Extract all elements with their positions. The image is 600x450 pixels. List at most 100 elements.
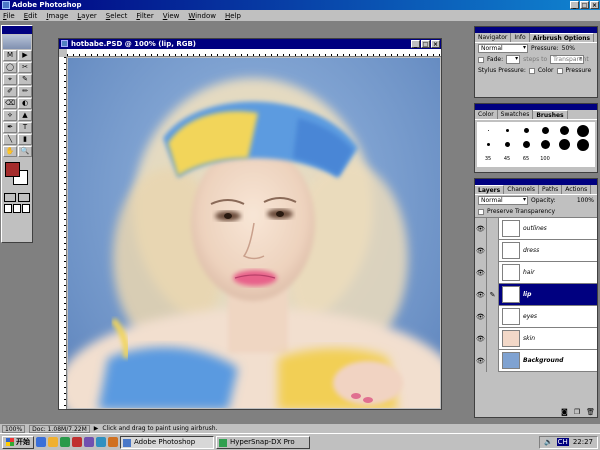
standard-mode-button[interactable] [4,193,16,202]
brush-soft-3[interactable] [517,138,535,151]
fade-steps-field[interactable] [506,55,521,64]
quicklaunch-outlook-icon[interactable] [48,437,58,447]
menu-help[interactable]: Help [225,12,241,20]
app-title-bar[interactable]: Adobe Photoshop _ □ × [0,0,600,10]
document-size[interactable]: Doc: 1.08M/7.22M [29,424,90,433]
task-hypersnap[interactable]: HyperSnap-DX Pro [216,435,310,449]
standard-screen-button[interactable] [4,204,12,213]
layer-link-cell[interactable] [487,239,499,262]
brush-soft-2[interactable] [498,138,516,151]
paintbrush-tool-icon[interactable]: ✐ [3,86,17,97]
document-minimize-button[interactable]: _ [411,40,420,48]
full-screen-button[interactable] [22,204,30,213]
eye-icon[interactable]: 👁 [475,217,487,240]
tab-actions[interactable]: Actions [562,185,592,194]
foreground-color-swatch[interactable] [5,162,20,177]
new-layer-icon[interactable]: ❐ [574,408,580,416]
eye-icon[interactable]: 👁 [475,327,487,350]
tab-channels[interactable]: Channels [504,185,539,194]
eye-icon[interactable]: 👁 [475,349,487,372]
gradient-tool-icon[interactable]: ▮ [18,134,32,145]
menu-window[interactable]: Window [188,12,216,20]
zoom-tool-icon[interactable]: 🔍 [18,146,32,157]
menu-filter[interactable]: Filter [136,12,153,20]
menu-edit[interactable]: Edit [24,12,38,20]
magic-wand-tool-icon[interactable]: ⌖ [3,74,17,85]
brush-5[interactable] [555,124,573,137]
brush-45[interactable]: 45 [498,152,516,165]
trash-icon[interactable]: 🗑 [586,408,595,416]
brush-icon[interactable]: ✎ [487,283,499,306]
mask-icon[interactable]: ◙ [561,408,568,416]
stylus-pressure-checkbox[interactable] [556,67,563,74]
crop-tool-icon[interactable]: ✂ [18,62,32,73]
lasso-tool-icon[interactable]: ◯ [3,62,17,73]
start-button[interactable]: 开始 [2,435,34,449]
tab-brushes[interactable]: Brushes [533,110,568,119]
brush-65[interactable]: 65 [517,152,535,165]
eye-icon[interactable]: 👁 [475,283,487,306]
opacity-value[interactable]: 100% [577,197,594,204]
pencil-tool-icon[interactable]: ✏ [18,86,32,97]
document-title-bar[interactable]: hotbabe.PSD @ 100% (lip, RGB) _ □ × [59,39,441,49]
layer-link-cell[interactable] [487,327,499,350]
move-tool-icon[interactable]: ▶ [18,50,32,61]
tab-swatches[interactable]: Swatches [498,110,534,119]
tab-info[interactable]: Info [511,33,530,42]
image-canvas[interactable] [68,58,440,408]
hand-tool-icon[interactable]: ✋ [3,146,17,157]
brush-4[interactable] [536,124,554,137]
brush-soft-6[interactable] [574,138,592,151]
fade-to-select[interactable]: Transparent [550,55,589,64]
eye-icon[interactable]: 👁 [475,239,487,262]
volume-icon[interactable]: 🔊 [544,438,553,446]
close-button[interactable]: × [590,1,599,9]
pressure-value[interactable]: 50% [562,45,575,52]
tab-color[interactable]: Color [475,110,498,119]
brush-soft-1[interactable] [479,138,497,151]
document-close-button[interactable]: × [431,40,440,48]
airbrush-tool-icon[interactable]: ✎ [18,74,32,85]
layer-blend-mode-select[interactable]: Normal [478,196,528,205]
pen-tool-icon[interactable]: ✒ [3,122,17,133]
tab-airbrush-options[interactable]: Airbrush Options [529,33,595,42]
minimize-button[interactable]: _ [570,1,579,9]
eye-icon[interactable]: 👁 [475,305,487,328]
quicklaunch-folder-icon[interactable] [96,437,106,447]
layer-link-cell[interactable] [487,217,499,240]
brush-2[interactable] [498,124,516,137]
layer-row[interactable]: 👁 Background [475,349,597,372]
menu-file[interactable]: File [3,12,15,20]
sharpen-tool-icon[interactable]: ▲ [18,110,32,121]
brush-35[interactable]: 35 [479,152,497,165]
layer-row[interactable]: 👁 hair [475,261,597,284]
quicklaunch-desktop-icon[interactable] [60,437,70,447]
maximize-button[interactable]: □ [580,1,589,9]
quicklaunch-app-icon[interactable] [72,437,82,447]
brush-empty-1[interactable] [555,152,573,165]
quicklaunch-ie-icon[interactable] [36,437,46,447]
brush-soft-5[interactable] [555,138,573,151]
type-tool-icon[interactable]: T [18,122,32,133]
tab-navigator[interactable]: Navigator [475,33,512,42]
eraser-tool-icon[interactable]: ⌫ [3,98,17,109]
menu-select[interactable]: Select [106,12,128,20]
layer-link-cell[interactable] [487,261,499,284]
menu-layer[interactable]: Layer [77,12,97,20]
layer-row[interactable]: 👁 skin [475,327,597,350]
brush-6[interactable] [574,124,592,137]
quicklaunch-extra-icon[interactable] [108,437,118,447]
menu-view[interactable]: View [163,12,180,20]
layer-link-cell[interactable] [487,305,499,328]
quicklaunch-media-icon[interactable] [84,437,94,447]
layer-row[interactable]: 👁 eyes [475,305,597,328]
brush-3[interactable] [517,124,535,137]
layer-link-cell[interactable] [487,349,499,372]
preserve-transparency-checkbox[interactable] [478,208,484,215]
fade-checkbox[interactable] [478,56,484,63]
tab-layers[interactable]: Layers [475,185,505,194]
brush-100[interactable]: 100 [536,152,554,165]
eye-icon[interactable]: 👁 [475,261,487,284]
zoom-level[interactable]: 100% [2,424,26,433]
dodge-tool-icon[interactable]: ◐ [18,98,32,109]
